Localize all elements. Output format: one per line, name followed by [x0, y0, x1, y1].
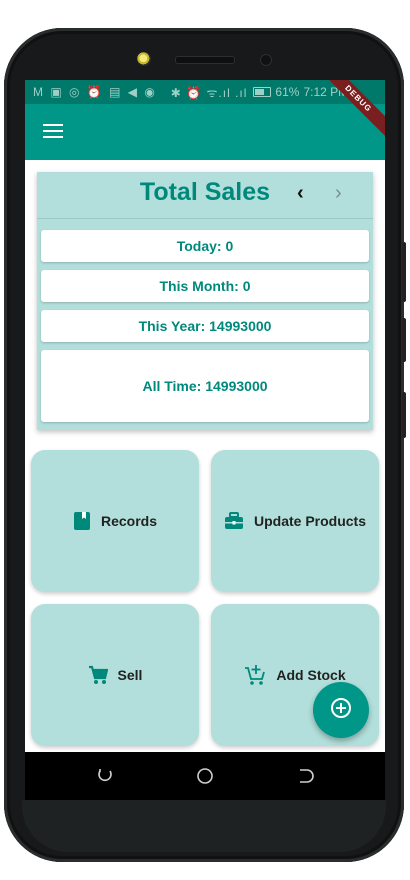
earpiece-speaker	[175, 56, 235, 64]
back-icon[interactable]	[295, 766, 315, 786]
status-left-icons: M ▣ ◎ ⏰ ▤ ◀ ◉	[33, 85, 157, 99]
battery-icon	[253, 87, 272, 97]
sales-title: Total Sales	[139, 178, 271, 206]
status-right-icons: ✱ ⏰ ᯤ.ıl .ıl	[170, 85, 248, 100]
side-button	[402, 392, 406, 438]
stat-this-month: This Month: 0	[41, 270, 369, 302]
front-camera	[137, 52, 151, 66]
phone-chin	[22, 800, 386, 852]
proximity-sensor	[260, 54, 272, 66]
add-fab-button[interactable]	[313, 682, 369, 738]
recent-apps-icon[interactable]	[95, 766, 115, 786]
sell-tile[interactable]: Sell	[31, 604, 199, 746]
divider	[37, 218, 373, 219]
shopping-cart-icon	[88, 665, 108, 685]
status-bar: M ▣ ◎ ⏰ ▤ ◀ ◉ ✱ ⏰ ᯤ.ıl .ıl 61% 7:12 PM	[25, 80, 385, 104]
update-products-label: Update Products	[253, 513, 366, 529]
total-sales-card: Total Sales ‹ › Today: 0 This Month: 0 T…	[37, 172, 373, 430]
stat-this-year: This Year: 14993000	[41, 310, 369, 342]
power-button	[402, 318, 406, 362]
app-screen: M ▣ ◎ ⏰ ▤ ◀ ◉ ✱ ⏰ ᯤ.ıl .ıl 61% 7:12 PM D…	[25, 80, 385, 800]
system-nav-bar	[25, 752, 385, 800]
app-bar	[25, 104, 385, 160]
sell-label: Sell	[117, 667, 143, 683]
home-icon[interactable]	[195, 766, 215, 786]
briefcase-icon	[224, 512, 244, 530]
update-products-tile[interactable]: Update Products	[211, 450, 379, 592]
menu-icon[interactable]	[43, 124, 63, 140]
records-tile[interactable]: Records	[31, 450, 199, 592]
battery-percent: 61%	[275, 85, 300, 99]
volume-button	[402, 242, 406, 302]
stat-all-time: All Time: 14993000	[41, 350, 369, 422]
stat-today: Today: 0	[41, 230, 369, 262]
previous-period-button[interactable]: ‹	[297, 182, 304, 205]
book-icon	[73, 511, 91, 531]
next-period-button[interactable]: ›	[335, 182, 342, 205]
add-circle-icon	[330, 697, 352, 724]
add-stock-label: Add Stock	[276, 667, 346, 683]
add-shopping-cart-icon	[244, 664, 266, 686]
records-label: Records	[100, 513, 158, 529]
